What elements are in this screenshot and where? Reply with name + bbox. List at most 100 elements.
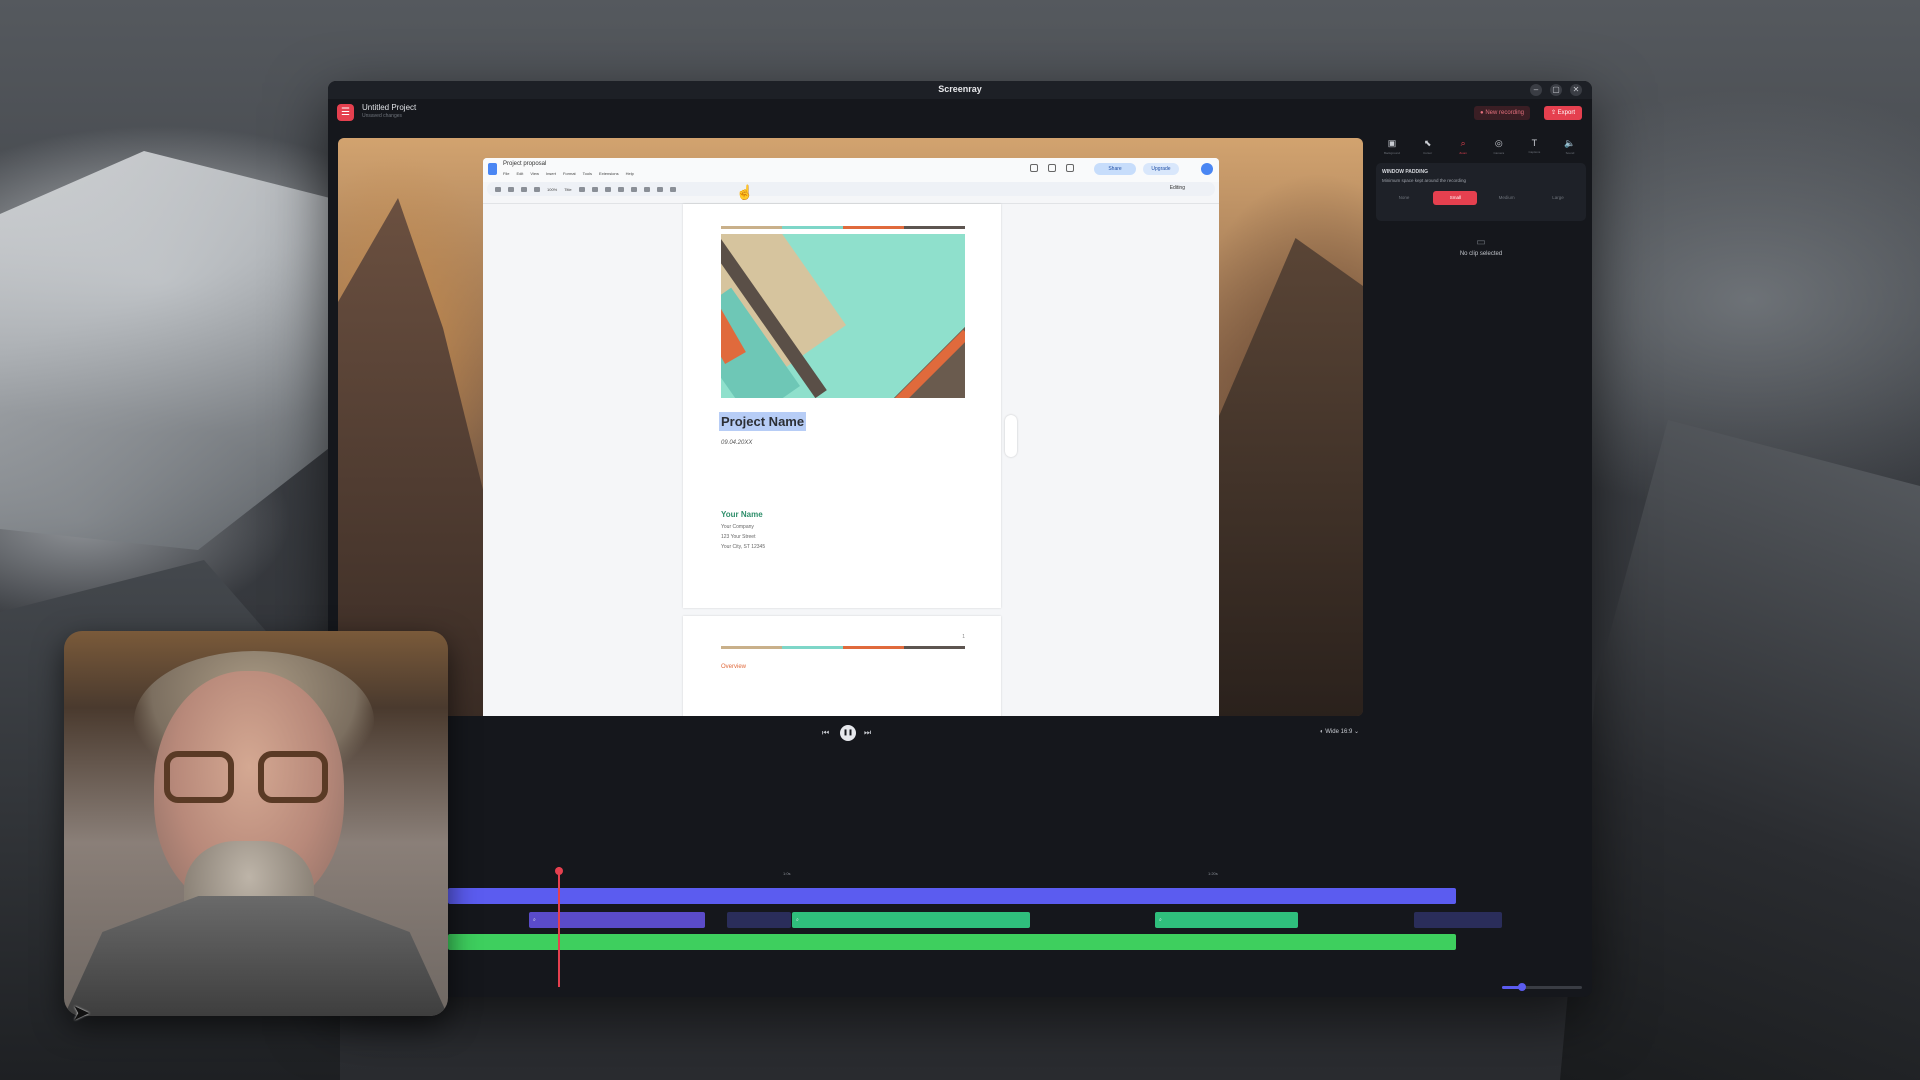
doc-title: Project proposal <box>503 161 547 167</box>
webcam-glasses <box>164 751 234 803</box>
doc-body: Project Name 09.04.20XX Your Name Your C… <box>483 204 1219 716</box>
comment-icon <box>1048 164 1056 172</box>
padding-option-small[interactable]: Small <box>1433 191 1478 205</box>
doc-menu-item: Tools <box>582 171 592 176</box>
tab-label: Background <box>1383 151 1400 155</box>
search-icon <box>495 186 501 192</box>
preview-canvas[interactable]: Project proposal File Edit View Insert F… <box>338 138 1363 716</box>
align-icon <box>656 186 663 192</box>
screen-track[interactable] <box>448 888 1456 904</box>
captured-doc-window: Project proposal File Edit View Insert F… <box>483 158 1219 716</box>
webcam-shirt <box>64 896 448 1016</box>
camera-icon: ◎ <box>1494 138 1503 148</box>
accent-divider <box>721 646 965 649</box>
padding-title: WINDOW PADDING <box>1382 169 1429 175</box>
tab-captions[interactable]: T Captions <box>1520 138 1548 155</box>
tab-label: Camera <box>1493 151 1505 155</box>
doc-menu-item: Extensions <box>599 171 619 176</box>
padding-option-large[interactable]: Large <box>1536 191 1580 205</box>
preview-mountain-right <box>1213 238 1363 716</box>
aspect-ratio-select[interactable]: ◐ Wide 16:9 ⌄ <box>1320 728 1359 735</box>
window-title: Screenray <box>938 84 982 94</box>
app-bar: ☰ Untitled Project Unsaved changes ● New… <box>328 99 1592 129</box>
doc-upgrade-button: Upgrade <box>1143 163 1179 175</box>
webcam-glasses <box>258 751 328 803</box>
doc-menu-item: Insert <box>545 171 556 176</box>
italic-icon <box>591 186 598 192</box>
tab-label: Captions <box>1528 150 1541 154</box>
avatar <box>1201 163 1213 175</box>
doc-overview-heading: Overview <box>721 664 747 670</box>
export-button[interactable]: ⇪ Export <box>1543 106 1582 120</box>
doc-share-button: Share <box>1094 163 1136 175</box>
history-icon <box>1030 164 1038 172</box>
doc-header: Project proposal File Edit View Insert F… <box>483 158 1219 182</box>
hand-cursor-icon: ☝ <box>736 184 754 200</box>
pause-button[interactable]: ❚❚ <box>840 725 856 741</box>
doc-toolbar: 100% Title Editing <box>487 182 1215 196</box>
webcam-overlay[interactable] <box>64 631 448 1016</box>
skip-forward-icon[interactable]: ⏭ <box>864 728 871 738</box>
zoom-clip[interactable]: ⌕ <box>792 912 1030 928</box>
tab-cursor[interactable]: ⬉ Cursor <box>1414 138 1442 155</box>
tab-background[interactable]: ▣ Background <box>1378 138 1406 155</box>
doc-menu-item: File <box>503 171 510 176</box>
tab-camera[interactable]: ◎ Camera <box>1485 138 1513 155</box>
list-icon <box>669 186 676 192</box>
project-status: Unsaved changes <box>362 113 403 119</box>
doc-editing-mode: Editing <box>1169 185 1185 191</box>
doc-menu-item: Edit <box>516 171 524 176</box>
doc-ruler <box>483 196 1219 204</box>
zoom-icon: ⌕ <box>1460 138 1466 148</box>
cursor-icon: ⬉ <box>1423 138 1432 148</box>
tab-label: Sound <box>1565 151 1575 155</box>
timeline-zoom-slider[interactable] <box>1502 983 1582 991</box>
new-recording-button[interactable]: ● New recording <box>1474 106 1530 120</box>
zoom-clip-placeholder[interactable] <box>727 912 791 928</box>
accent-divider <box>721 226 965 229</box>
address-line: 123 Your Street <box>721 534 756 540</box>
menu-button[interactable]: ☰ <box>337 104 354 121</box>
underline-icon <box>604 186 611 192</box>
video-camera-icon: ▭ <box>1476 237 1486 248</box>
zoom-slider-handle[interactable] <box>1518 983 1526 991</box>
project-name[interactable]: Untitled Project <box>362 103 416 112</box>
doc-menu-item: View <box>530 171 539 176</box>
zoom-clip-placeholder[interactable] <box>1414 912 1502 928</box>
timeline-mark: 1:0s <box>783 871 791 876</box>
skip-back-icon[interactable]: ⏮ <box>822 728 829 738</box>
tab-zoom[interactable]: ⌕ Zoom <box>1449 138 1477 155</box>
no-clip-label: No clip selected <box>1459 251 1503 257</box>
minimize-icon[interactable]: – <box>1530 84 1542 96</box>
export-icon: ⇪ <box>1550 110 1558 116</box>
window-controls: – ▢ ✕ <box>1530 84 1582 96</box>
close-icon[interactable]: ✕ <box>1570 84 1582 96</box>
doc-style-value: Title <box>564 186 572 192</box>
page-number: 1 <box>962 634 965 640</box>
background-icon: ▣ <box>1387 138 1397 148</box>
maximize-icon[interactable]: ▢ <box>1550 84 1562 96</box>
address-line: Your Company <box>721 524 754 530</box>
print-icon <box>534 186 540 192</box>
padding-option-none[interactable]: None <box>1382 191 1426 205</box>
no-clip-state: ▭ No clip selected <box>1376 237 1586 257</box>
window-padding-card: WINDOW PADDING Minimum space kept around… <box>1376 163 1586 221</box>
audio-track[interactable] <box>448 934 1456 950</box>
playhead[interactable] <box>555 867 563 987</box>
new-recording-label: New recording <box>1485 110 1524 116</box>
settings-panel: ▣ Background ⬉ Cursor ⌕ Zoom ◎ Camera T … <box>1376 138 1586 738</box>
title-bar: Screenray – ▢ ✕ <box>328 81 1592 99</box>
zoom-clip[interactable]: ⌕ <box>529 912 705 928</box>
padding-option-medium[interactable]: Medium <box>1485 191 1529 205</box>
padding-options: None Small Medium Large <box>1382 191 1580 205</box>
timeline[interactable]: 1:0s 1:20s ⌕ ⌕ ⌕ <box>328 867 1592 997</box>
doc-side-tools <box>1005 415 1017 457</box>
aspect-label: Wide 16:9 <box>1325 729 1353 735</box>
text-color-icon <box>617 186 624 192</box>
zoom-clip[interactable]: ⌕ <box>1155 912 1298 928</box>
doc-page-1: Project Name 09.04.20XX Your Name Your C… <box>683 204 1001 608</box>
tab-sound[interactable]: 🔈 Sound <box>1556 138 1584 155</box>
meet-icon <box>1066 164 1074 172</box>
image-icon <box>643 186 650 192</box>
redo-icon <box>521 186 527 192</box>
